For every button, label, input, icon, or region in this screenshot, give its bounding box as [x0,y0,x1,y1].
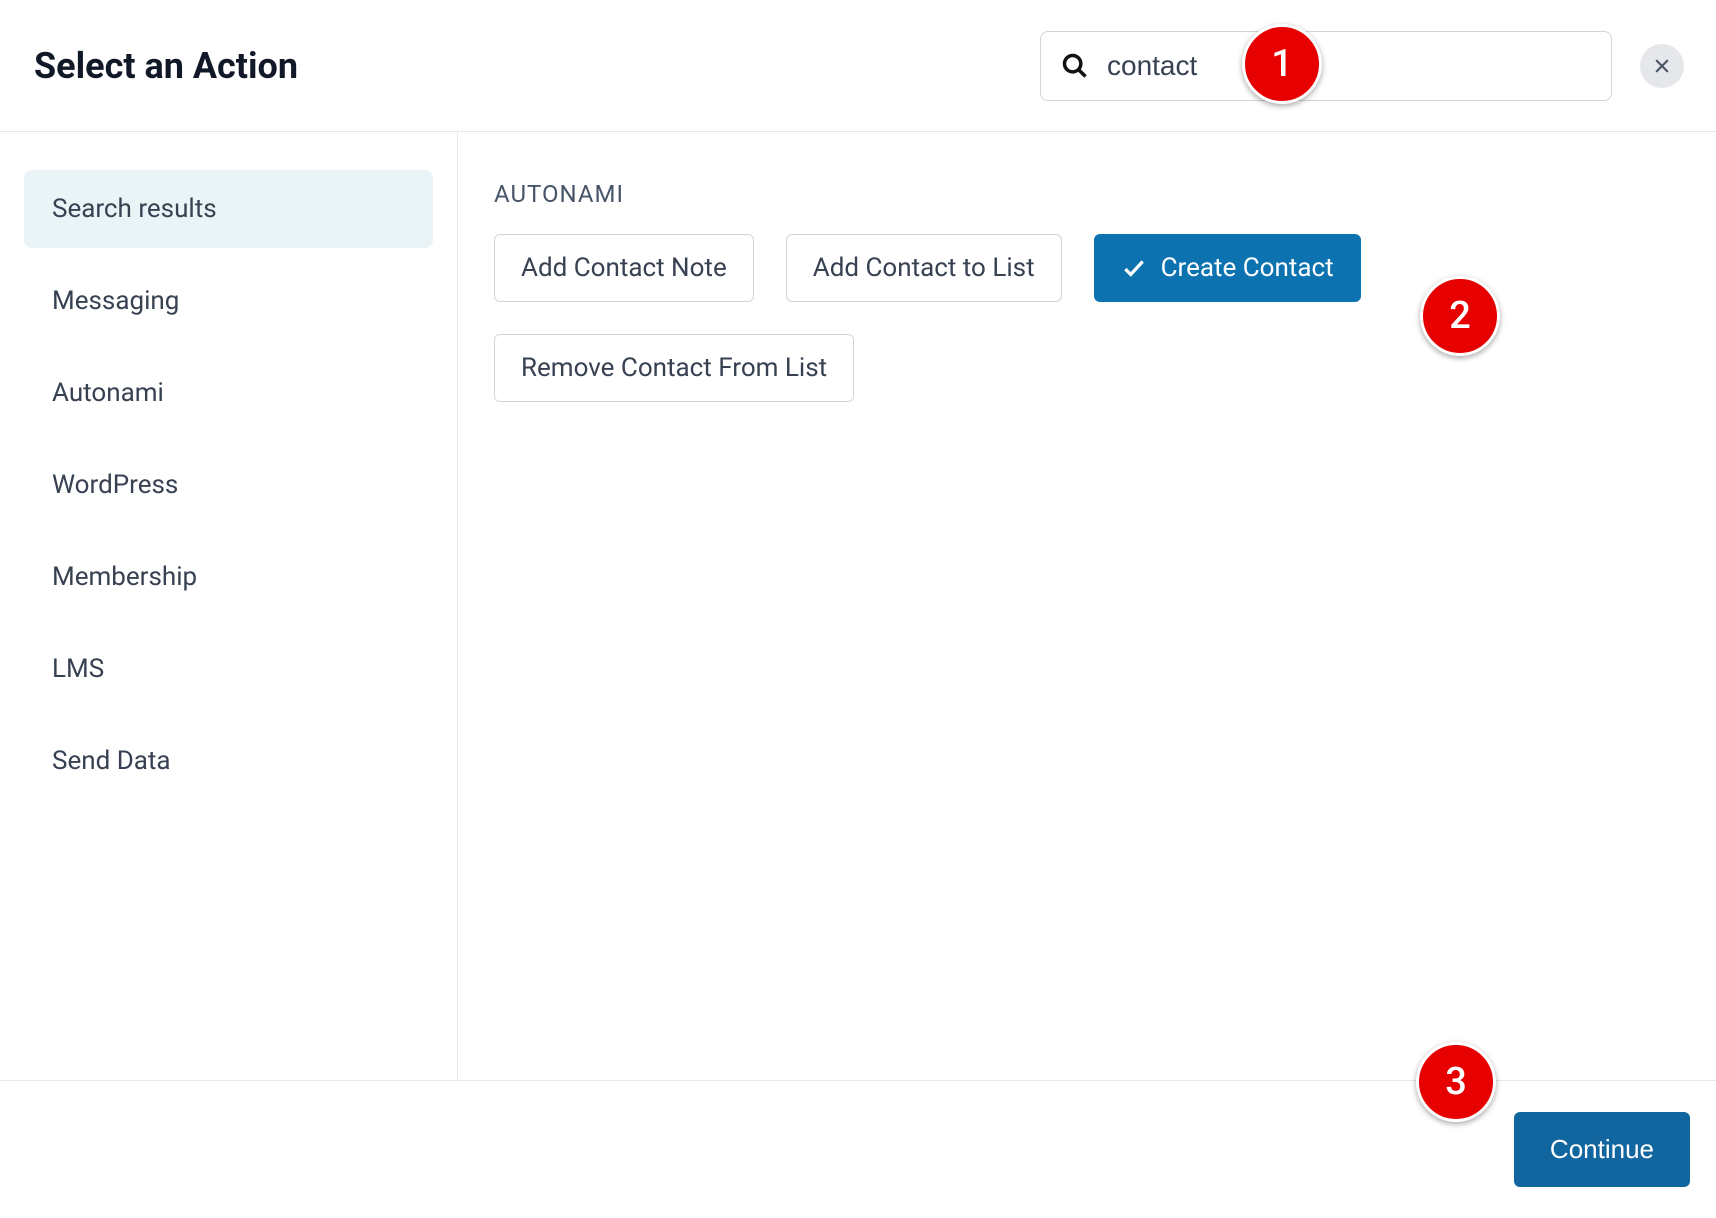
action-label: Add Contact to List [813,253,1035,283]
category-sidebar: Search results Messaging Autonami WordPress… [0,132,458,1080]
annotation-marker: 2 [1420,276,1500,356]
sidebar-item[interactable]: LMS [24,630,433,708]
action-list: Add Contact Note Add Contact to List Creat… [494,234,1680,402]
annotation-marker: 3 [1416,1042,1496,1122]
continue-button[interactable]: Continue [1514,1112,1690,1187]
actions-panel: AUTONAMI Add Contact Note Add Contact to … [458,132,1716,1080]
action-option[interactable]: Add Contact Note [494,234,754,302]
action-label: Add Contact Note [521,253,727,283]
sidebar-item[interactable]: Search results [24,170,433,248]
action-label: Create Contact [1161,253,1334,283]
search-icon [1061,52,1089,80]
modal-header: Select an Action [0,0,1716,132]
search-field-wrap[interactable] [1040,31,1612,101]
annotation-marker: 1 [1242,24,1322,104]
group-label: AUTONAMI [494,180,1680,208]
sidebar-item[interactable]: Autonami [24,354,433,432]
sidebar-item[interactable]: Messaging [24,262,433,340]
close-button[interactable] [1640,44,1684,88]
header-controls [1040,31,1684,101]
action-option[interactable]: Remove Contact From List [494,334,854,402]
action-option[interactable]: Create Contact [1094,234,1361,302]
action-label: Remove Contact From List [521,353,827,383]
sidebar-item[interactable]: Send Data [24,722,433,800]
modal-title: Select an Action [34,45,298,87]
action-option[interactable]: Add Contact to List [786,234,1062,302]
sidebar-item[interactable]: Membership [24,538,433,616]
sidebar-item[interactable]: WordPress [24,446,433,524]
check-icon [1121,255,1147,281]
search-input[interactable] [1107,50,1591,82]
modal-body: Search results Messaging Autonami WordPress… [0,132,1716,1080]
close-icon [1652,56,1672,76]
